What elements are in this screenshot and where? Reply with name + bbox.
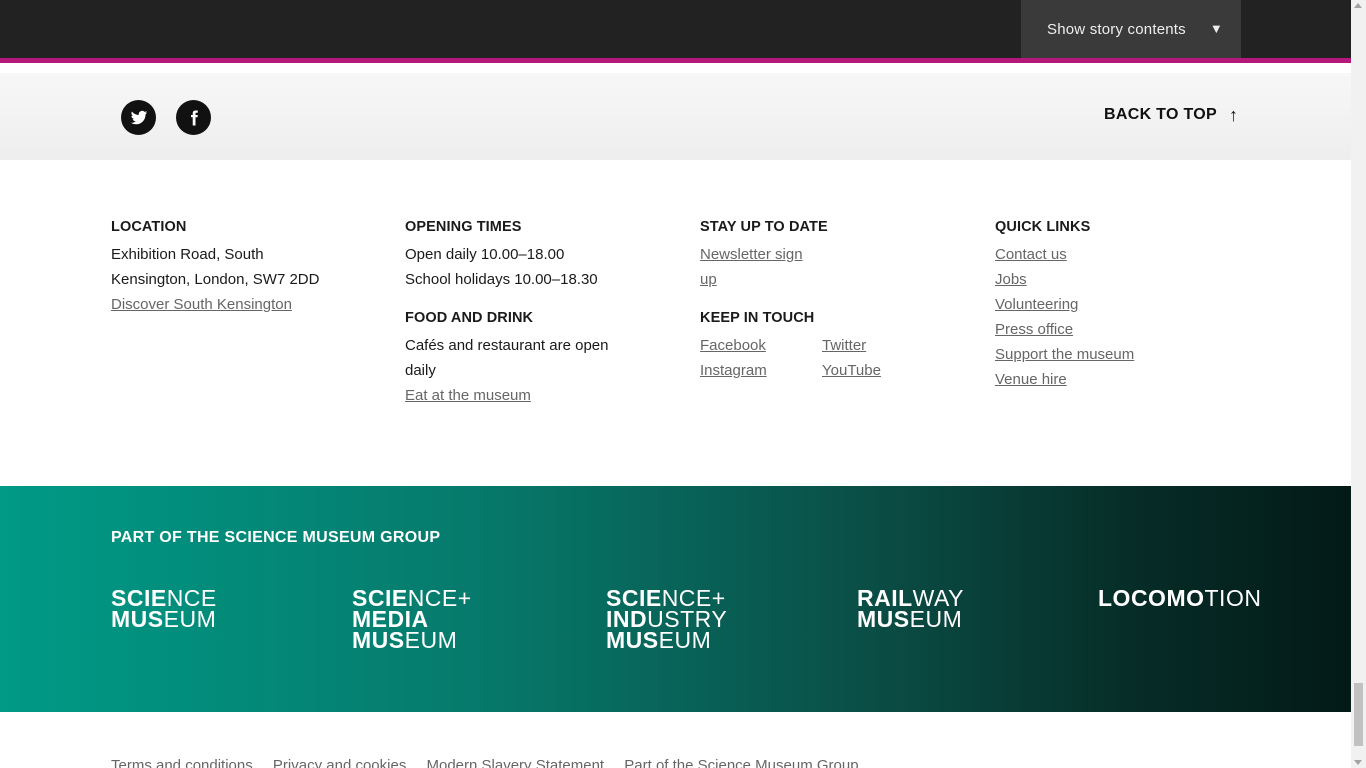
quick-links-heading: QUICK LINKS xyxy=(995,219,1091,235)
eat-at-the-museum-link[interactable]: Eat at the museum xyxy=(405,383,635,408)
accent-divider xyxy=(0,58,1351,63)
logo-text: MUS xyxy=(352,627,405,653)
logo-text: LOCOMO xyxy=(1098,585,1205,611)
railway-museum-logo[interactable]: RAILWAY MUSEUM xyxy=(857,587,964,632)
back-to-top-label: BACK TO TOP xyxy=(1104,106,1217,123)
location-heading: LOCATION xyxy=(111,219,187,235)
food-and-drink-line: daily xyxy=(405,362,436,379)
logo-text: MUS xyxy=(857,606,910,632)
support-the-museum-link[interactable]: Support the museum xyxy=(995,342,1225,367)
social-links: Facebook Twitter Instagram YouTube xyxy=(700,333,930,383)
story-header-bar: Show story contents ▼ xyxy=(0,0,1351,58)
opening-times-heading: OPENING TIMES xyxy=(405,219,522,235)
contact-us-link[interactable]: Contact us xyxy=(995,242,1225,267)
show-story-contents-button[interactable]: Show story contents ▼ xyxy=(1021,0,1241,58)
footer-opening-times: OPENING TIMES Open daily 10.00–18.00 Sch… xyxy=(405,217,635,408)
logo-text: EUM xyxy=(658,627,712,653)
page-scrollbar[interactable] xyxy=(1351,0,1366,768)
scrollbar-thumb[interactable] xyxy=(1354,683,1363,746)
twitter-icon[interactable] xyxy=(121,100,156,135)
share-bar: BACK TO TOP ↑ xyxy=(0,73,1351,160)
food-and-drink-line: Cafés and restaurant are open xyxy=(405,337,609,354)
modern-slavery-statement-link[interactable]: Modern Slavery Statement xyxy=(427,757,605,768)
terms-and-conditions-link[interactable]: Terms and conditions xyxy=(111,757,253,768)
scroll-down-arrow-icon[interactable] xyxy=(1354,760,1362,765)
opening-times-line: Open daily 10.00–18.00 xyxy=(405,246,565,263)
newsletter-signup-label: Newsletter sign xyxy=(700,246,803,263)
privacy-and-cookies-link[interactable]: Privacy and cookies xyxy=(273,757,406,768)
jobs-link[interactable]: Jobs xyxy=(995,267,1225,292)
volunteering-link[interactable]: Volunteering xyxy=(995,292,1225,317)
science-museum-group-link[interactable]: Part of the Science Museum Group xyxy=(624,757,858,768)
logo-text: MUS xyxy=(111,606,164,632)
logo-text: EUM xyxy=(163,606,217,632)
science-industry-museum-logo[interactable]: SCIENCE+ INDUSTRY MUSEUM xyxy=(606,587,727,653)
logo-text: EUM xyxy=(404,627,458,653)
facebook-icon[interactable] xyxy=(176,100,211,135)
twitter-link[interactable]: Twitter xyxy=(822,333,922,358)
discover-south-kensington-link[interactable]: Discover South Kensington xyxy=(111,292,341,317)
logo-text: MUS xyxy=(606,627,659,653)
logo-text: TION xyxy=(1204,585,1262,611)
museum-group-heading: PART OF THE SCIENCE MUSEUM GROUP xyxy=(111,529,441,546)
arrow-up-icon: ↑ xyxy=(1228,105,1239,125)
locomotion-logo[interactable]: LOCOMOTION xyxy=(1098,585,1262,611)
museum-group-band: PART OF THE SCIENCE MUSEUM GROUP SCIENCE… xyxy=(0,486,1351,712)
venue-hire-link[interactable]: Venue hire xyxy=(995,367,1225,392)
caret-down-icon: ▼ xyxy=(1209,21,1223,36)
back-to-top-link[interactable]: BACK TO TOP ↑ xyxy=(1104,106,1238,124)
legal-links: Terms and conditions Privacy and cookies… xyxy=(111,757,875,768)
scroll-up-arrow-icon[interactable] xyxy=(1354,3,1362,8)
newsletter-signup-label: up xyxy=(700,271,717,288)
show-story-contents-label: Show story contents xyxy=(1047,20,1186,38)
footer-stay-up-to-date: STAY UP TO DATE Newsletter sign up KEEP … xyxy=(700,217,930,383)
newsletter-signup-link[interactable]: Newsletter sign up xyxy=(700,242,930,292)
logo-text: EUM xyxy=(909,606,963,632)
stay-up-to-date-heading: STAY UP TO DATE xyxy=(700,219,828,235)
page: Show story contents ▼ BACK TO TOP ↑ LOCA… xyxy=(0,0,1351,768)
press-office-link[interactable]: Press office xyxy=(995,317,1225,342)
youtube-link[interactable]: YouTube xyxy=(822,358,922,383)
keep-in-touch-heading: KEEP IN TOUCH xyxy=(700,310,815,326)
food-and-drink-heading: FOOD AND DRINK xyxy=(405,310,534,326)
address-line: Exhibition Road, South xyxy=(111,246,264,263)
footer-quick-links: QUICK LINKS Contact us Jobs Volunteering… xyxy=(995,217,1225,392)
science-media-museum-logo[interactable]: SCIENCE+ MEDIA MUSEUM xyxy=(352,587,472,653)
footer-location: LOCATION Exhibition Road, South Kensingt… xyxy=(111,217,341,317)
address-line: Kensington, London, SW7 2DD xyxy=(111,271,320,288)
instagram-link[interactable]: Instagram xyxy=(700,358,822,383)
science-museum-logo[interactable]: SCIENCE MUSEUM xyxy=(111,587,217,632)
opening-times-line: School holidays 10.00–18.30 xyxy=(405,271,598,288)
facebook-link[interactable]: Facebook xyxy=(700,333,822,358)
